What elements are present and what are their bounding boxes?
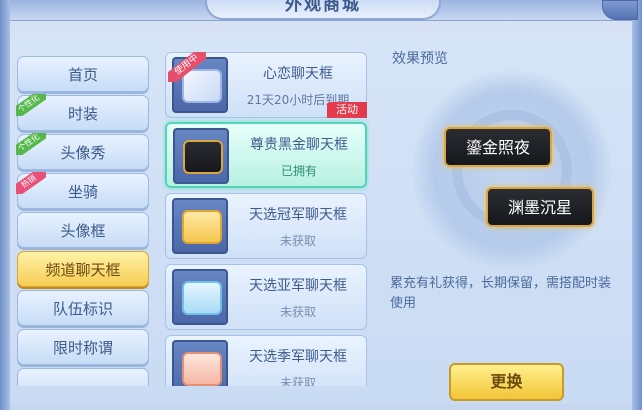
ribbon-badge: 热销 [16,172,46,194]
event-badge: 活动 [327,102,367,118]
chat-frame-thumbnail [172,340,228,386]
item-status: 已拥有 [280,164,317,178]
list-item[interactable]: 天选冠军聊天框 未获取 [165,193,367,259]
preview-bubble: 鎏金照夜 [444,127,552,167]
sidebar-item-label: 首页 [67,66,98,84]
chat-frame-list: 使用中 心恋聊天框 21天20小时后到期 活动 尊贵黑金聊天框 已拥有 天选冠军… [163,52,369,386]
swap-button[interactable]: 更换 [449,363,564,401]
sidebar-item-more[interactable] [17,368,149,386]
sidebar-item-label: 限时称谓 [52,339,113,357]
sidebar-item-label: 头像秀 [60,144,106,162]
item-name: 天选季军聊天框 [249,349,347,365]
item-description: 累充有礼获得，长期保留，需搭配时装使用 [390,276,612,311]
list-item[interactable]: 使用中 心恋聊天框 21天20小时后到期 活动 [165,52,367,118]
item-status: 未获取 [279,234,316,248]
chat-bubble-icon [182,352,222,386]
preview-bubble: 渊墨沉星 [486,187,594,227]
sidebar-item-label: 频道聊天框 [45,261,121,279]
sidebar-item-avatar-show[interactable]: 个性化 头像秀 [16,133,149,170]
sidebar-item-mount[interactable]: 热销 坐骑 [16,172,149,209]
sidebar-item-avatar-frame[interactable]: 头像框 [17,212,149,248]
item-status: 未获取 [279,305,316,319]
item-status: 未获取 [279,376,316,386]
ribbon-badge: 个性化 [16,94,46,116]
list-item[interactable]: 尊贵黑金聊天框 已拥有 [165,122,367,188]
sidebar-item-label: 头像框 [60,222,106,240]
chat-frame-thumbnail [173,128,229,184]
sidebar-item-limited-title[interactable]: 限时称谓 [17,329,149,365]
ribbon-badge: 个性化 [16,133,46,155]
item-name: 天选亚军聊天框 [249,278,347,294]
chat-frame-thumbnail [172,269,228,325]
item-name: 天选冠军聊天框 [249,207,347,223]
list-item[interactable]: 天选亚军聊天框 未获取 [165,264,367,330]
item-name: 心恋聊天框 [263,66,333,82]
sidebar-item-label: 坐骑 [67,183,98,201]
list-item[interactable]: 天选季军聊天框 未获取 [165,335,367,386]
chat-bubble-icon [182,281,222,315]
sidebar-item-home[interactable]: 首页 [17,56,149,92]
sidebar-item-label: 时装 [67,105,98,123]
chat-bubble-icon [183,140,223,174]
sidebar-item-fashion[interactable]: 个性化 时装 [16,94,149,131]
close-button[interactable] [602,0,638,20]
preview-title: 效果预览 [392,51,448,67]
emblem-background [412,70,612,270]
chat-frame-thumbnail [172,198,228,254]
sidebar-item-label: 队伍标识 [52,300,113,318]
in-use-tag: 使用中 [168,52,206,82]
sidebar-item-team-mark[interactable]: 队伍标识 [17,290,149,326]
sidebar-item-chat-frame[interactable]: 频道聊天框 [17,251,149,287]
item-name: 尊贵黑金聊天框 [250,137,348,153]
window-title: 外观商城 [205,0,441,20]
category-sidebar: 首页 个性化 时装 个性化 头像秀 热销 坐骑 头像框 频道聊天框 队伍标识 限… [16,52,150,386]
chat-bubble-icon [182,210,222,244]
